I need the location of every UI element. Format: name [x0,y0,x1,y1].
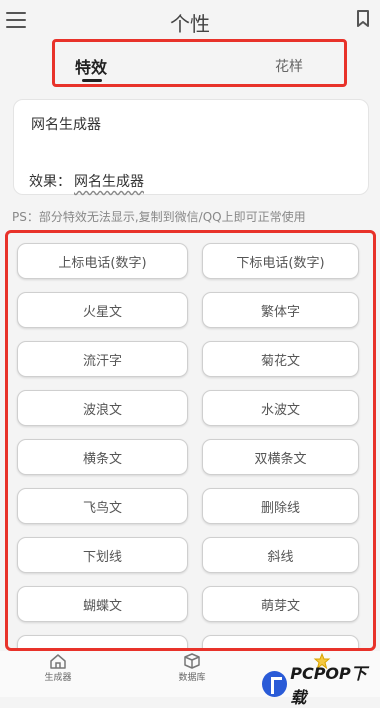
effects-grid: 上标电话(数字) 下标电话(数字) 火星文 繁体字 流汗字 菊花文 波浪文 水波… [17,243,362,648]
watermark: PCPOP下载 [262,660,380,708]
effects-panel: 上标电话(数字) 下标电话(数字) 火星文 繁体字 流汗字 菊花文 波浪文 水波… [5,230,376,651]
generator-title: 网名生成器 [31,117,101,133]
watermark-text: PCPOP下载 [290,664,367,707]
nav-database-label: 数据库 [178,673,206,683]
box-icon [184,653,200,669]
effect-button[interactable]: 下划线 [17,537,188,573]
page-title: 个性 [170,12,210,36]
ps-note: PS：部分特效无法显示,复制到微信/QQ上即可正常使用 [12,210,306,224]
effect-button[interactable]: 萌芽文 [202,586,359,622]
effect-button[interactable]: 尾巴文 [17,635,188,648]
effect-button[interactable]: 横条文 [17,439,188,475]
bookmark-icon[interactable] [356,10,370,28]
effect-button[interactable]: 飞鸟文 [17,488,188,524]
nav-generator-label: 生成器 [44,673,72,683]
effect-button[interactable]: 蝴蝶文 [17,586,188,622]
effect-button[interactable]: 波浪文 [17,390,188,426]
effect-button[interactable]: 水波文 [202,390,359,426]
watermark-logo-icon [262,671,288,697]
tab-effects[interactable]: 特效 [75,54,107,78]
effect-label: 效果： [29,174,71,190]
effect-button[interactable]: 菊花文 [202,341,359,377]
nav-database[interactable]: 数据库 [162,653,222,683]
generator-card[interactable]: 网名生成器 效果： 网名生成器 [13,99,369,195]
effect-button[interactable]: 删除线 [202,488,359,524]
effect-button[interactable]: 下标电话(数字) [202,243,359,279]
effect-button[interactable]: 火星文 [17,292,188,328]
home-icon [50,654,66,669]
effect-button[interactable]: 繁体字 [202,292,359,328]
effect-preview: 网名生成器 [74,174,144,190]
effect-button[interactable]: 冒烟文 [202,635,359,648]
active-tab-indicator [82,79,102,82]
effect-button[interactable]: 流汗字 [17,341,188,377]
effect-button[interactable]: 上标电话(数字) [17,243,188,279]
nav-generator[interactable]: 生成器 [28,653,88,683]
tab-bar: 特效 花样 [52,39,347,87]
effect-button[interactable]: 双横条文 [202,439,359,475]
tab-pattern[interactable]: 花样 [275,56,303,76]
effect-button[interactable]: 斜线 [202,537,359,573]
top-bar: 个性 [0,0,380,40]
